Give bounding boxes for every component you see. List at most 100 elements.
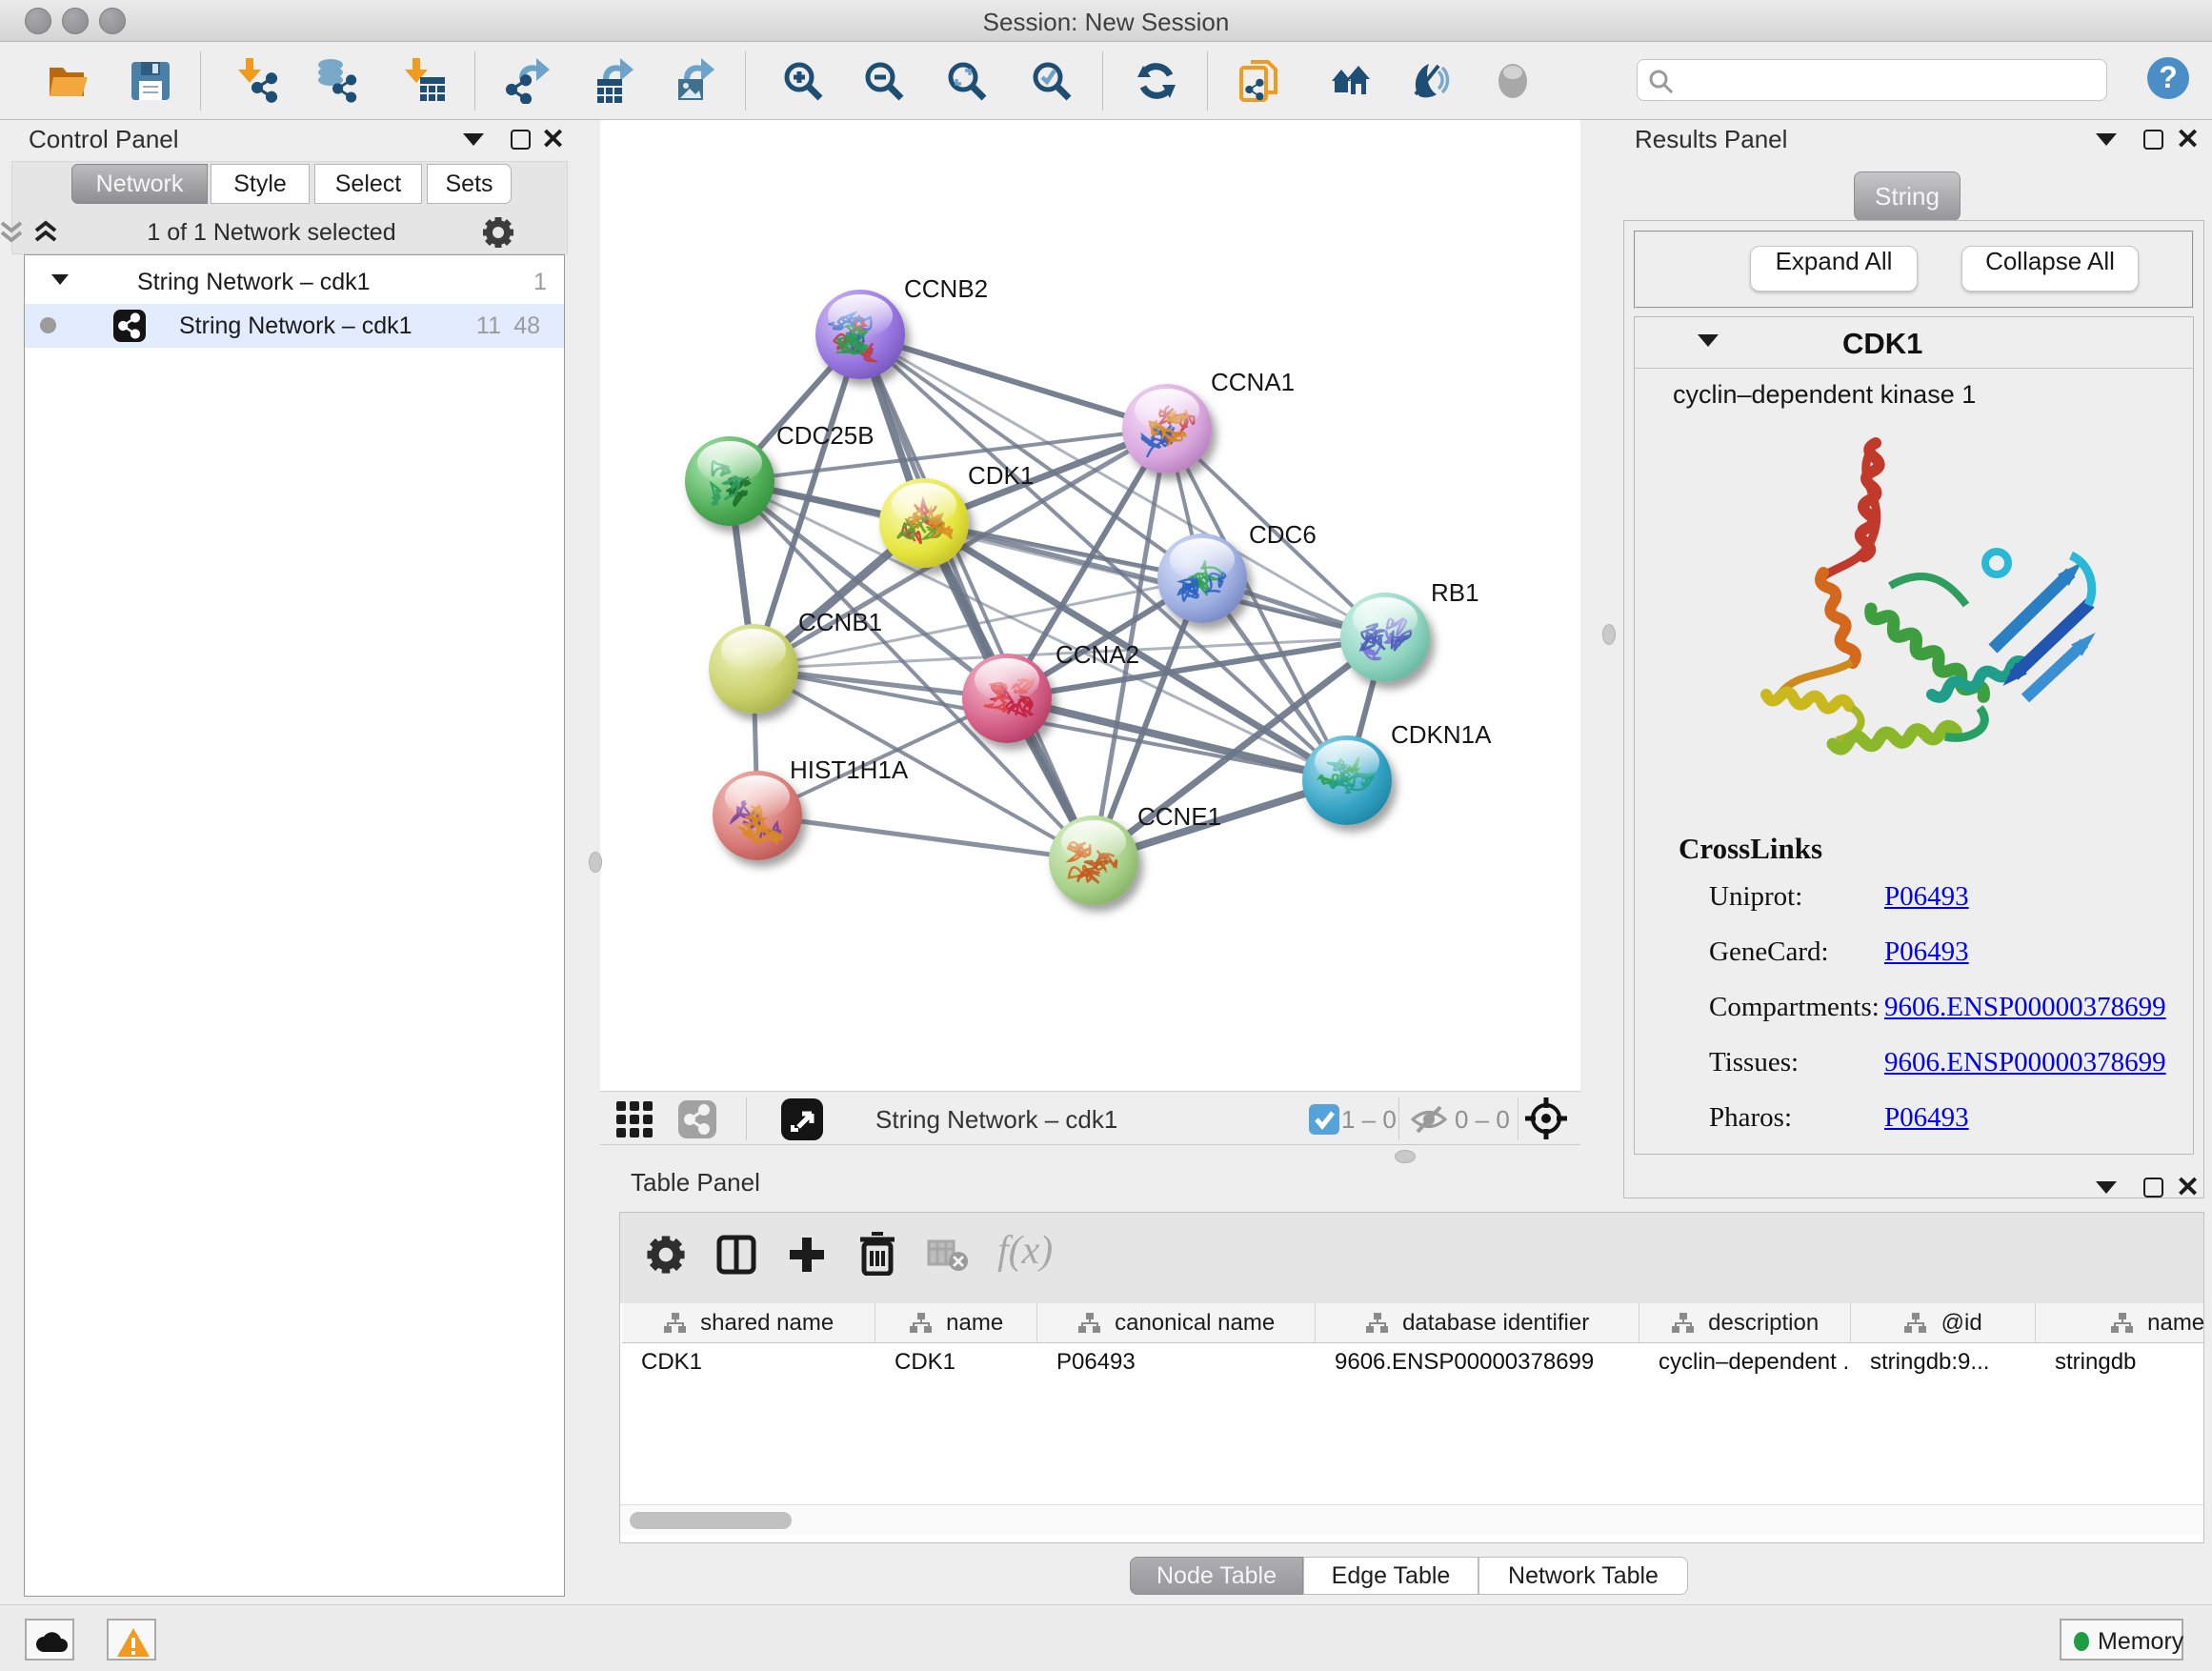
tab-style[interactable]: Style <box>211 164 310 204</box>
column-header-description[interactable]: description <box>1639 1303 1851 1343</box>
delete-column-icon[interactable] <box>856 1232 898 1276</box>
node-CDC25B[interactable] <box>685 436 774 526</box>
memory-button[interactable]: Memory <box>2060 1619 2183 1661</box>
export-image-icon[interactable] <box>671 58 716 104</box>
share-view-icon[interactable] <box>678 1100 716 1138</box>
import-network-database-icon[interactable] <box>315 58 361 104</box>
tab-sets[interactable]: Sets <box>427 164 512 204</box>
refresh-icon[interactable] <box>1134 58 1179 104</box>
node-CCNE1[interactable] <box>1049 815 1138 905</box>
column-header-namespace[interactable]: namespace <box>2036 1303 2203 1343</box>
open-session-icon[interactable] <box>46 58 91 104</box>
cell-6[interactable]: stringdb <box>2036 1343 2203 1381</box>
results-panel-close-icon[interactable]: ✕ <box>2176 130 2200 150</box>
network-view[interactable]: CCNB2 CCNA1 CDC25B CDK1 CDC6 RB1 CCNB1 C… <box>600 120 1580 1091</box>
hide-selected-icon[interactable] <box>1406 58 1452 104</box>
cell-5[interactable]: stringdb:9... <box>1851 1343 2036 1381</box>
tab-select[interactable]: Select <box>314 164 422 204</box>
tree-caret-icon[interactable] <box>51 274 69 285</box>
fit-selected-icon[interactable] <box>1524 1097 1568 1140</box>
search-input[interactable] <box>1637 59 2107 101</box>
preview-icon[interactable] <box>1490 58 1536 104</box>
column-header-id[interactable]: @id <box>1851 1303 2036 1343</box>
expand-all-icon[interactable] <box>31 217 60 246</box>
show-columns-icon[interactable] <box>715 1234 757 1276</box>
expand-all-button[interactable]: Expand All <box>1750 246 1918 292</box>
node-HIST1H1A[interactable] <box>713 771 802 860</box>
crosslink-value[interactable]: P06493 <box>1884 936 1969 968</box>
help-button[interactable]: ? <box>2145 55 2191 106</box>
crosslink-value[interactable]: P06493 <box>1884 881 1969 913</box>
table-panel-close-icon[interactable]: ✕ <box>2176 1178 2200 1198</box>
bottom-tab-network-table[interactable]: Network Table <box>1478 1557 1688 1595</box>
edge-CCNB2-CCNA1[interactable] <box>860 334 1167 429</box>
tree-row-network[interactable]: String Network – cdk1 11 48 <box>25 304 564 348</box>
node-CCNB2[interactable] <box>815 290 905 379</box>
node-CCNB1[interactable] <box>709 624 798 714</box>
bottom-tab-edge-table[interactable]: Edge Table <box>1303 1557 1478 1595</box>
cloud-button[interactable] <box>25 1619 74 1661</box>
collapse-all-icon[interactable] <box>0 217 26 246</box>
node-CDC6[interactable] <box>1157 534 1247 623</box>
bottom-splitter-handle[interactable] <box>1395 1150 1416 1163</box>
column-header-canonicalname[interactable]: canonical name <box>1037 1303 1316 1343</box>
grid-view-icon[interactable] <box>615 1100 654 1138</box>
save-session-icon[interactable] <box>128 58 173 104</box>
column-header-name[interactable]: name <box>875 1303 1037 1343</box>
control-panel-float-icon[interactable] <box>463 133 484 146</box>
import-table-icon[interactable] <box>403 58 449 104</box>
clone-network-icon[interactable] <box>1237 58 1283 104</box>
crosslink-value[interactable]: P06493 <box>1884 1102 1969 1134</box>
results-panel-body: Expand All Collapse All CDK1 cyclin–depe… <box>1623 220 2204 1198</box>
right-splitter-handle[interactable] <box>1602 624 1616 645</box>
zoom-in-icon[interactable] <box>780 58 826 104</box>
tab-string[interactable]: String <box>1854 171 1961 221</box>
node-CCNA2[interactable] <box>962 654 1052 743</box>
cell-3[interactable]: 9606.ENSP00000378699 <box>1316 1343 1639 1381</box>
warning-button[interactable] <box>107 1619 156 1661</box>
control-panel-close-icon[interactable]: ✕ <box>541 130 565 150</box>
export-network-icon[interactable] <box>506 58 552 104</box>
control-panel-maximize-icon[interactable] <box>511 130 531 150</box>
add-column-icon[interactable] <box>786 1234 828 1276</box>
node-CCNA1[interactable] <box>1122 384 1212 473</box>
gene-section-header[interactable]: CDK1 <box>1635 317 2193 369</box>
network-view-title: String Network – cdk1 <box>875 1105 1117 1135</box>
zoom-selected-icon[interactable] <box>1029 58 1075 104</box>
node-RB1[interactable] <box>1340 593 1430 682</box>
node-CDK1[interactable] <box>879 478 969 568</box>
cell-0[interactable]: CDK1 <box>622 1343 875 1381</box>
left-splitter-handle[interactable] <box>589 852 602 873</box>
crosslink-value[interactable]: 9606.ENSP00000378699 <box>1884 992 2166 1023</box>
open-in-new-window-icon[interactable] <box>781 1098 823 1140</box>
zoom-fit-icon[interactable] <box>944 58 990 104</box>
bottom-tab-node-table[interactable]: Node Table <box>1130 1557 1303 1595</box>
tab-network[interactable]: Network <box>71 164 208 204</box>
cell-2[interactable]: P06493 <box>1037 1343 1316 1381</box>
delete-table-icon[interactable] <box>927 1238 969 1272</box>
show-all-icon[interactable] <box>1330 58 1376 104</box>
table-horizontal-scrollbar[interactable] <box>620 1504 2203 1535</box>
table-gear-icon[interactable] <box>645 1234 687 1276</box>
column-header-sharedname[interactable]: shared name <box>622 1303 875 1343</box>
tree-row-collection[interactable]: String Network – cdk1 1 <box>25 260 564 304</box>
import-network-icon[interactable] <box>236 58 282 104</box>
gear-icon[interactable] <box>481 215 515 250</box>
column-header-databaseidentifier[interactable]: database identifier <box>1316 1303 1639 1343</box>
node-CDKN1A[interactable] <box>1302 735 1392 825</box>
table-panel-float-icon[interactable] <box>2096 1181 2117 1194</box>
selected-checkbox-icon[interactable] <box>1309 1104 1339 1135</box>
table-panel-maximize-icon[interactable] <box>2143 1178 2163 1198</box>
results-panel-float-icon[interactable] <box>2096 133 2117 146</box>
export-table-icon[interactable] <box>590 58 635 104</box>
function-builder-icon[interactable]: f(x) <box>997 1228 1053 1274</box>
gene-collapse-caret[interactable] <box>1698 334 1719 347</box>
crosslink-value[interactable]: 9606.ENSP00000378699 <box>1884 1047 2166 1078</box>
results-panel-maximize-icon[interactable] <box>2143 130 2163 150</box>
table-scrollbar-thumb[interactable] <box>630 1512 792 1529</box>
cell-1[interactable]: CDK1 <box>875 1343 1037 1381</box>
edge-HIST1H1A-CCNE1[interactable] <box>757 815 1094 860</box>
zoom-out-icon[interactable] <box>861 58 907 104</box>
cell-4[interactable]: cyclin–dependent ... <box>1639 1343 1851 1381</box>
collapse-all-button[interactable]: Collapse All <box>1961 246 2139 292</box>
